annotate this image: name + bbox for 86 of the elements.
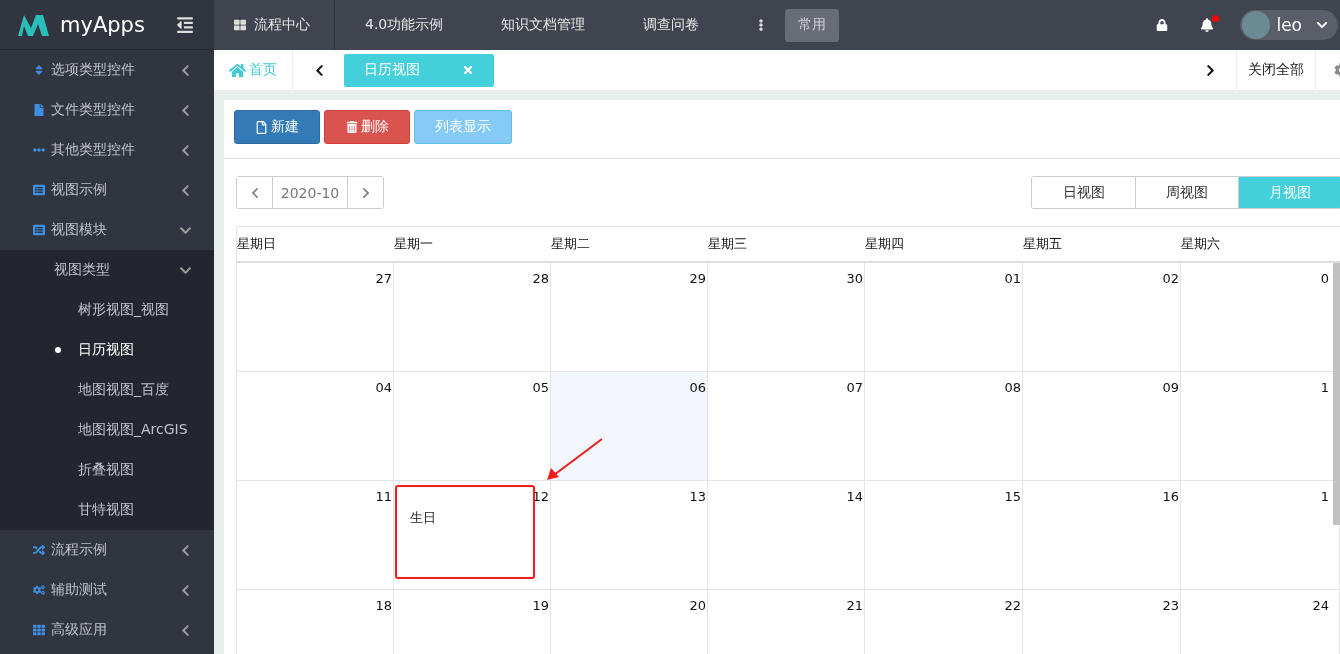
date-number: 08: [1004, 380, 1021, 395]
user-menu[interactable]: leo: [1240, 10, 1338, 40]
weekday-header: 星期一: [394, 235, 434, 253]
home-icon: [229, 61, 246, 79]
chevron-down-icon: [1316, 19, 1328, 31]
nav-item[interactable]: 知识文档管理: [471, 0, 614, 50]
sidebar-leaf-item[interactable]: 甘特视图: [78, 501, 134, 519]
date-number: 09: [1162, 380, 1179, 395]
sidebar-item[interactable]: 选项类型控件: [0, 50, 214, 90]
date-number: 30: [846, 271, 863, 286]
close-all-link[interactable]: 关闭全部: [1236, 50, 1316, 90]
chevron-left-icon: [179, 143, 192, 157]
sidebar-leaf-item[interactable]: 树形视图_视图: [78, 301, 169, 319]
date-number: 16: [1162, 489, 1179, 504]
sidebar-item[interactable]: 其他类型控件: [0, 130, 214, 170]
date-number: 04: [375, 380, 392, 395]
sidebar-item[interactable]: 高级应用: [0, 610, 214, 650]
annotation-arrow: [547, 438, 603, 480]
weekday-header: 星期三: [708, 235, 748, 253]
date-number: 18: [375, 598, 392, 613]
date-number: 20: [689, 598, 706, 613]
nav-item[interactable]: 调查问卷: [613, 0, 728, 50]
date-number: 07: [846, 380, 863, 395]
date-number: 27: [375, 271, 392, 286]
menu-item-icon: [33, 64, 45, 76]
date-number: 01: [1004, 271, 1021, 286]
collapse-menu-icon[interactable]: [176, 15, 194, 34]
lock-icon[interactable]: [1156, 19, 1169, 31]
date-number: 1: [1320, 380, 1329, 395]
date-number: 24: [1312, 598, 1329, 613]
date-number: 0: [1320, 271, 1329, 286]
sidebar-leaf-item[interactable]: 地图视图_ArcGIS: [78, 421, 188, 439]
brand-name: myApps: [60, 12, 146, 37]
menu-item-icon: [33, 544, 45, 556]
toolbar-button[interactable]: 新建: [234, 110, 320, 144]
date-number: 23: [1162, 598, 1179, 613]
toolbar-button[interactable]: 删除: [324, 110, 410, 144]
chevron-left-icon: [179, 583, 192, 597]
calendar-event[interactable]: 生日: [395, 485, 535, 579]
menu-item-icon: [33, 584, 45, 596]
weekday-header: 星期日: [237, 235, 277, 253]
chevron-left-icon: [179, 63, 192, 77]
sidebar-item[interactable]: 视图示例: [0, 170, 214, 210]
weekday-header: 星期五: [1023, 235, 1063, 253]
date-number: 15: [1004, 489, 1021, 504]
date-number: 29: [689, 271, 706, 286]
date-number: 05: [532, 380, 549, 395]
date-number: 13: [689, 489, 706, 504]
sidebar-leaf-item[interactable]: 地图视图_百度: [78, 381, 169, 399]
scrollbar[interactable]: [1333, 263, 1340, 525]
common-button[interactable]: 常用: [785, 8, 840, 42]
avatar: [1242, 11, 1271, 39]
menu-item-icon: [33, 224, 45, 236]
file-icon: [255, 120, 268, 134]
grid-icon: [234, 19, 246, 31]
date-number: 06: [689, 380, 706, 395]
chevron-left-icon: [179, 103, 192, 117]
sidebar-item[interactable]: 视图模块: [0, 210, 214, 250]
sidebar-subitem[interactable]: 视图类型: [0, 250, 214, 290]
sidebar-item[interactable]: 文件类型控件: [0, 90, 214, 130]
chevron-left-icon: [179, 543, 192, 557]
chevron-left-icon: [179, 183, 192, 197]
date-number: 21: [846, 598, 863, 613]
nav-item[interactable]: 4.0功能示例: [335, 0, 472, 50]
sidebar-item[interactable]: 辅助测试: [0, 570, 214, 610]
menu-item-icon: [33, 184, 45, 196]
sidebar-leaf-item[interactable]: 日历视图: [78, 341, 134, 359]
sidebar-leaf-item[interactable]: 折叠视图: [78, 461, 134, 479]
date-number: 11: [375, 489, 392, 504]
date-number: 1: [1320, 489, 1329, 504]
menu-item-icon: [33, 624, 45, 636]
bullet-icon: [55, 347, 61, 353]
date-number: 19: [532, 598, 549, 613]
weekday-header: 星期四: [865, 235, 905, 253]
chevron-left-icon: [179, 623, 192, 637]
scroll-left-icon[interactable]: [313, 63, 326, 77]
scroll-right-icon[interactable]: [1204, 63, 1217, 77]
weekday-header: 星期二: [551, 235, 591, 253]
weekday-header: 星期六: [1181, 235, 1221, 253]
sidebar-item[interactable]: 流程示例: [0, 530, 214, 570]
trash-icon: [345, 121, 358, 133]
date-number: 02: [1162, 271, 1179, 286]
menu-item-icon: [33, 104, 45, 116]
date-number: 28: [532, 271, 549, 286]
date-number: 14: [846, 489, 863, 504]
date-number: 22: [1004, 598, 1021, 613]
